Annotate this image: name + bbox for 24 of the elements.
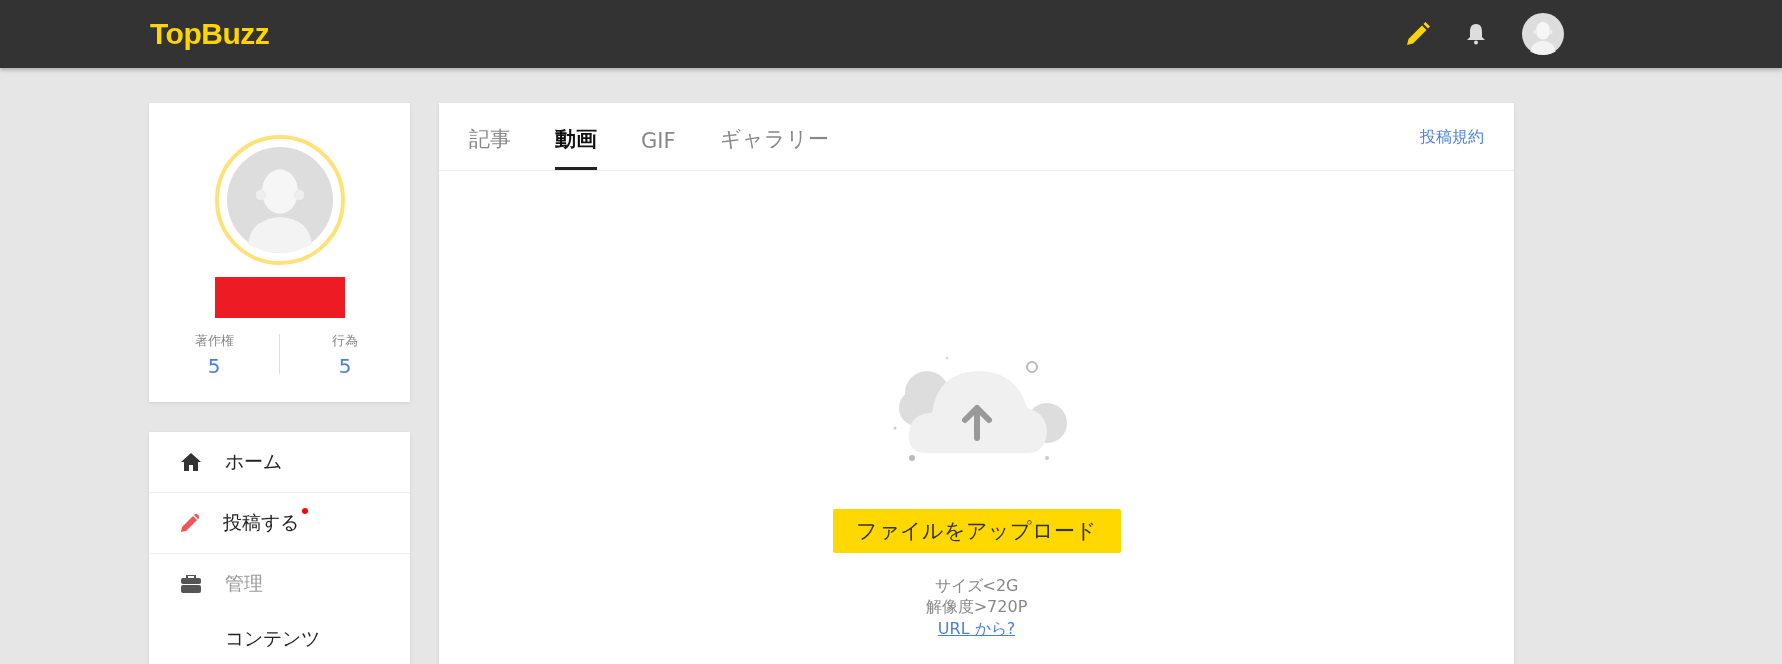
tab[interactable]: 記事: [469, 125, 511, 170]
tab[interactable]: 動画: [555, 125, 597, 170]
url-link[interactable]: URL から?: [937, 619, 1016, 640]
toolbox-icon: [181, 575, 201, 593]
upload-button[interactable]: ファイルをアップロード: [832, 509, 1121, 553]
user-avatar[interactable]: [1522, 13, 1564, 55]
pencil-icon: [181, 514, 199, 532]
menu-group-label: 管理: [225, 571, 263, 596]
stat-label: 著作権: [194, 332, 234, 350]
tab[interactable]: ギャラリー: [719, 125, 829, 170]
tab[interactable]: GIF: [641, 129, 676, 170]
upload-requirement: 解像度>720P: [925, 596, 1028, 617]
stat-value: 5: [338, 354, 352, 378]
menu-item[interactable]: 投稿する: [223, 510, 299, 536]
upload-requirement: サイズ<2G: [934, 575, 1019, 596]
bell-icon[interactable]: [1466, 23, 1486, 45]
rules-link[interactable]: 投稿規約: [1420, 127, 1484, 148]
menu-item[interactable]: コンテンツ: [225, 614, 410, 652]
stat-value: 5: [207, 354, 221, 378]
pencil-icon[interactable]: [1406, 22, 1430, 46]
home-icon: [181, 453, 201, 471]
menu-item[interactable]: ホーム: [225, 449, 282, 475]
stat-label: 行為: [332, 332, 358, 350]
logo[interactable]: TopBuzz: [150, 17, 270, 51]
